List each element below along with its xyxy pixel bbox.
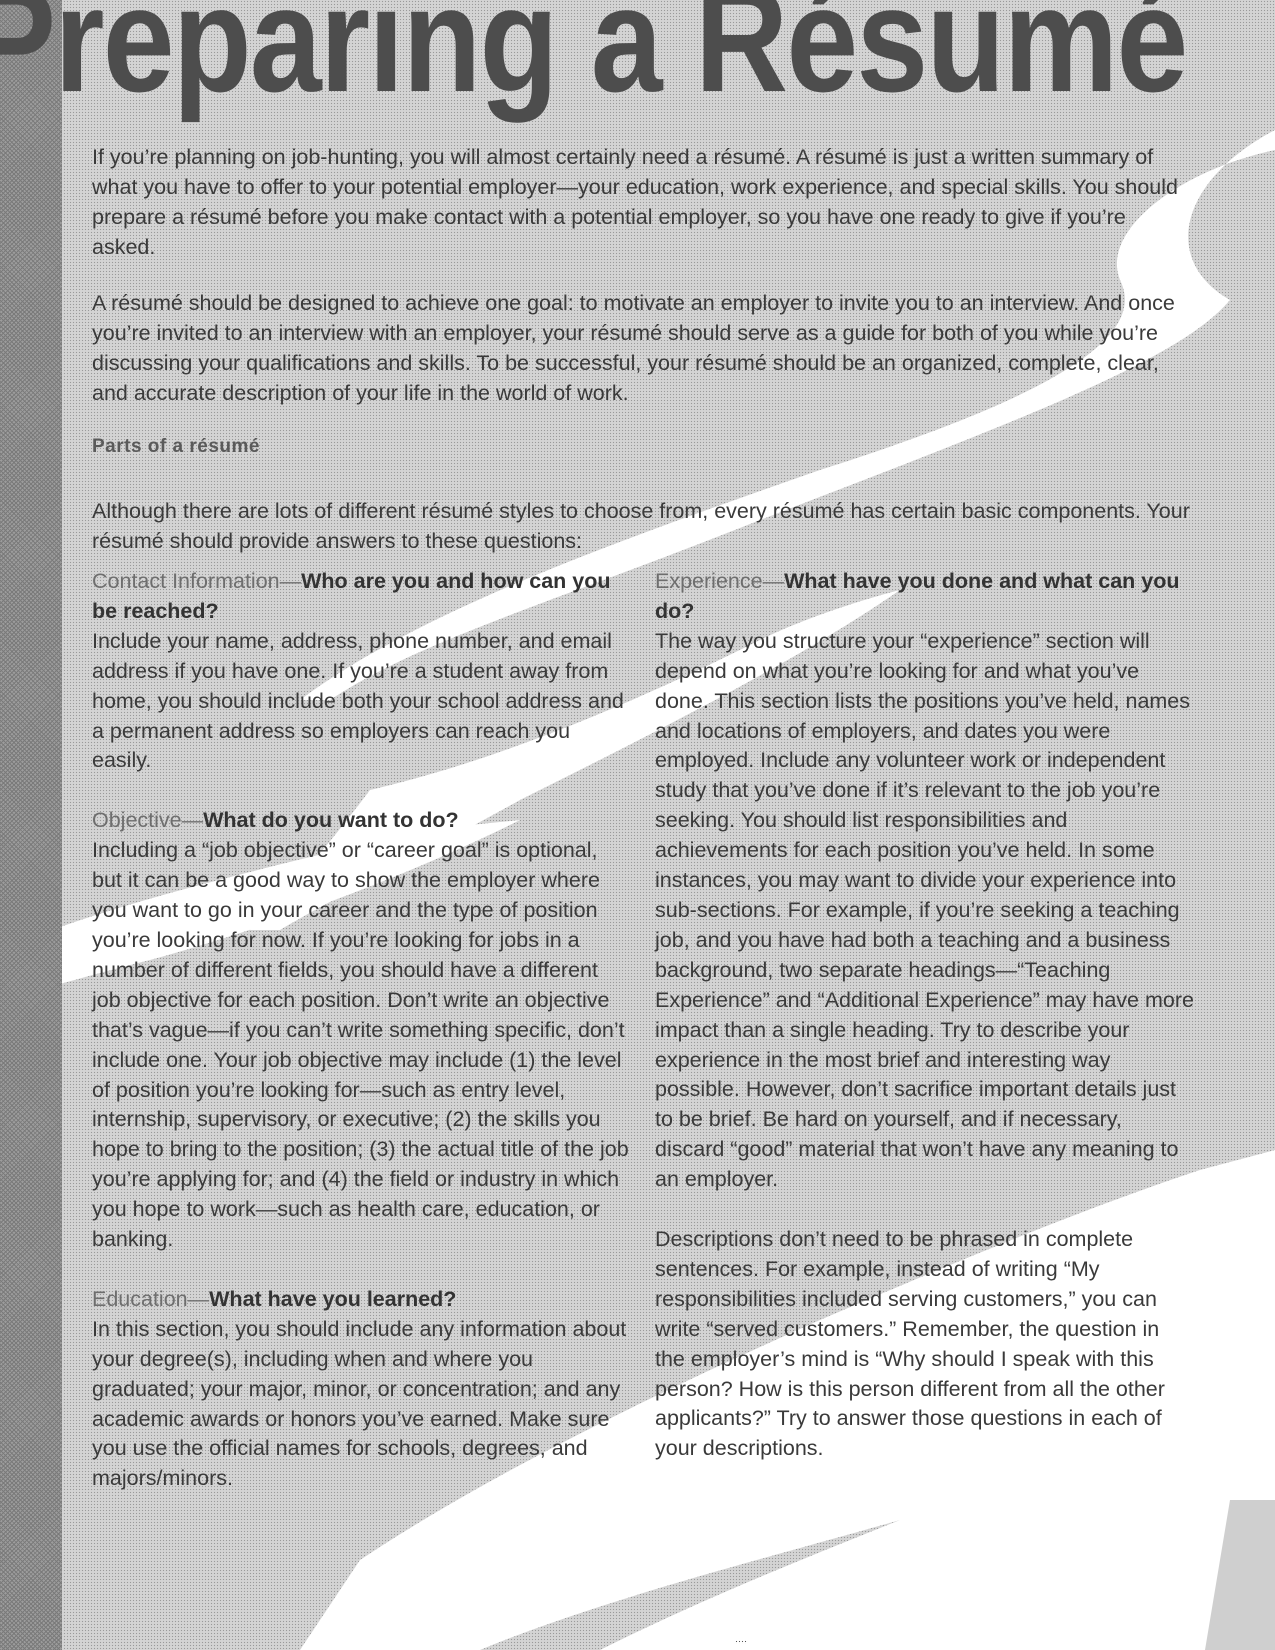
section-heading: Contact Information—Who are you and how … xyxy=(92,567,632,627)
closing-paragraph: Descriptions don’t need to be phrased in… xyxy=(655,1227,1165,1461)
parts-intro-text: Although there are lots of different rés… xyxy=(92,499,1190,553)
section-question: What have you learned? xyxy=(209,1286,457,1311)
section-body: In this section, you should include any … xyxy=(92,1316,627,1491)
intro-text-1: If you’re planning on job-hunting, you w… xyxy=(92,145,1178,259)
intro-paragraph-1: If you’re planning on job-hunting, you w… xyxy=(92,142,1192,262)
section-body: Include your name, address, phone number… xyxy=(92,628,624,773)
section-objective: Objective—What do you want to do? Includ… xyxy=(92,806,632,1255)
section-heading: Objective—What do you want to do? xyxy=(92,806,632,836)
right-column: Experience—What have you done and what c… xyxy=(655,567,1195,1494)
section-heading: Experience—What have you done and what c… xyxy=(655,567,1195,627)
page-mark xyxy=(735,1640,747,1644)
left-column: Contact Information—Who are you and how … xyxy=(92,567,632,1524)
section-body: The way you structure your “experience” … xyxy=(655,628,1194,1192)
section-experience: Experience—What have you done and what c… xyxy=(655,567,1195,1195)
section-heading: Education—What have you learned? xyxy=(92,1285,632,1315)
left-decorative-bar xyxy=(0,0,62,1650)
intro-text-2: A résumé should be designed to achieve o… xyxy=(92,291,1175,405)
section-contact-information: Contact Information—Who are you and how … xyxy=(92,567,632,776)
section-education: Education—What have you learned? In this… xyxy=(92,1285,632,1494)
intro-paragraph-2: A résumé should be designed to achieve o… xyxy=(92,288,1192,408)
page-title: Preparing a Résumé xyxy=(0,0,1188,123)
section-descriptions-tip: Descriptions don’t need to be phrased in… xyxy=(655,1225,1195,1464)
section-body: Including a “job objective” or “career g… xyxy=(92,838,629,1252)
parts-intro-paragraph: Although there are lots of different rés… xyxy=(92,496,1192,556)
section-question: What do you want to do? xyxy=(203,808,459,833)
section-label: Education— xyxy=(92,1286,210,1311)
section-label: Objective— xyxy=(92,808,204,833)
section-label: Contact Information— xyxy=(92,569,302,593)
section-heading-parts: Parts of a résumé xyxy=(92,436,260,457)
section-label: Experience— xyxy=(655,569,785,593)
